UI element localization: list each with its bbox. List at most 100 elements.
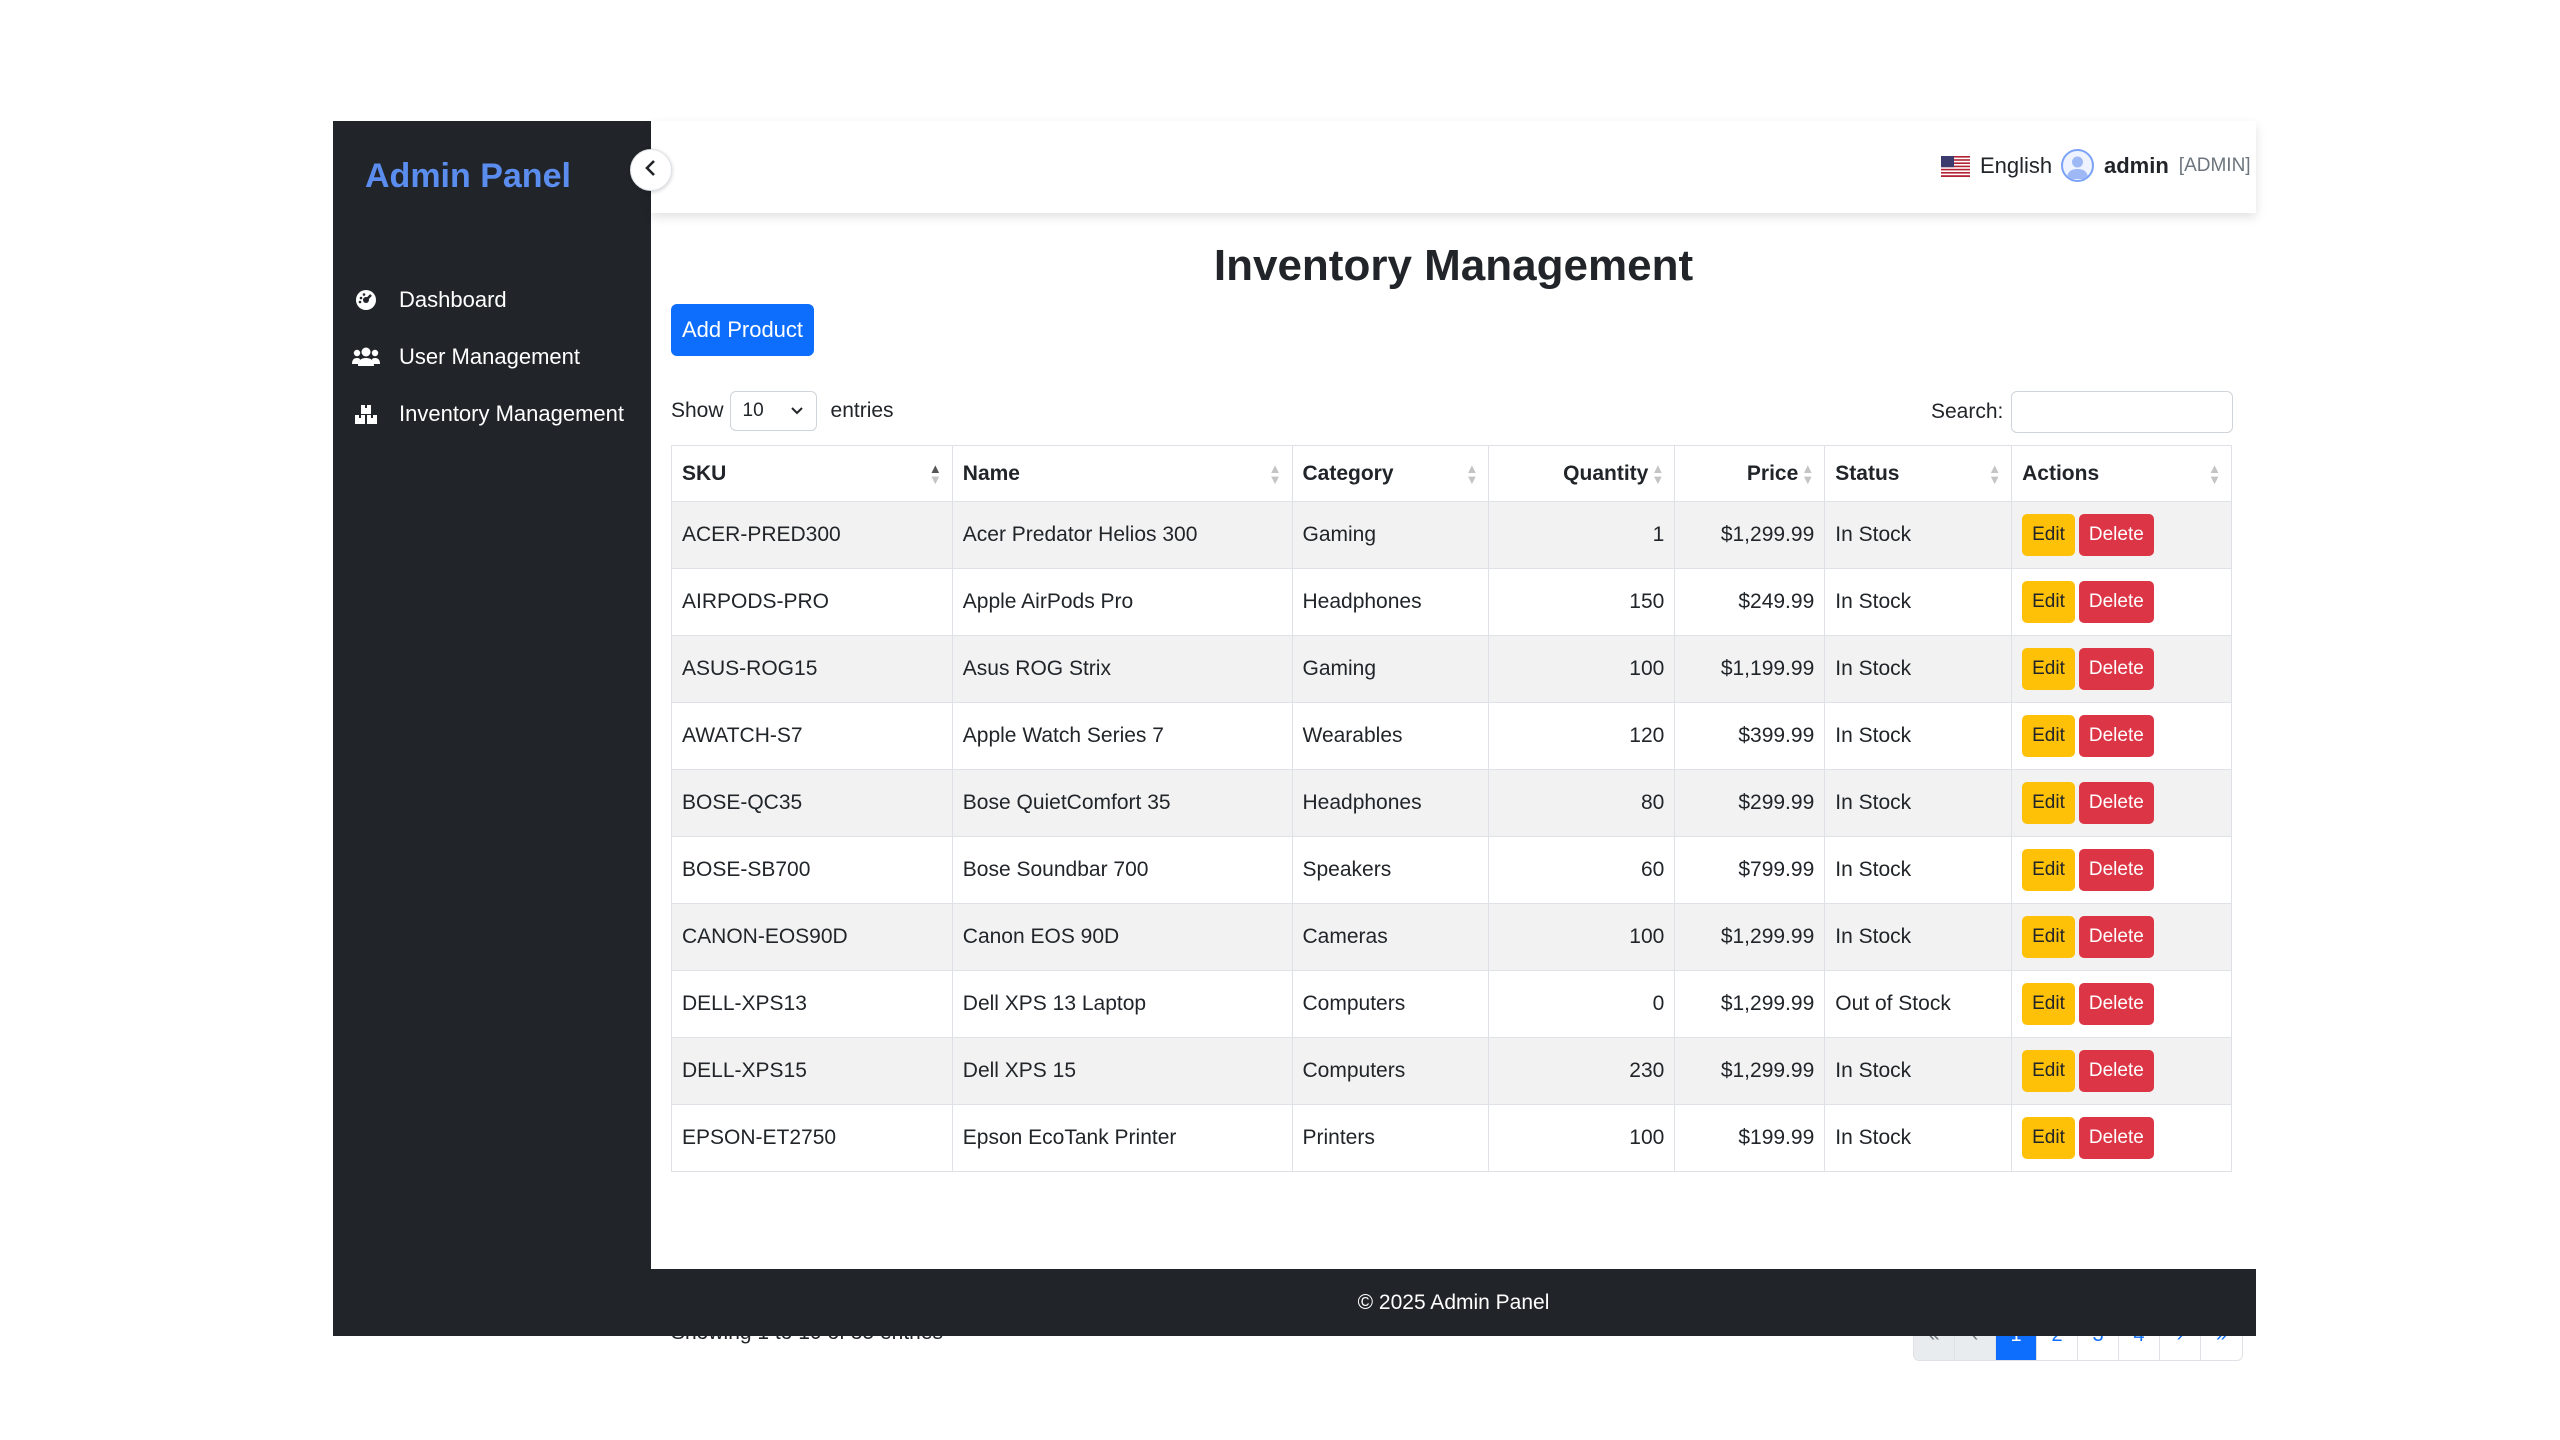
quantity-cell: 80 <box>1488 769 1676 837</box>
language-selector[interactable]: English <box>1941 153 2052 179</box>
delete-button[interactable]: Delete <box>2078 983 2154 1025</box>
column-header-label: Price <box>1746 461 1799 485</box>
column-header-category[interactable]: Category ▲ ▼ <box>1291 445 1490 502</box>
price-cell: $249.99 <box>1674 568 1826 636</box>
sidebar: Admin Panel Dashboard User Management In… <box>333 121 651 1336</box>
search-input[interactable] <box>2011 391 2234 433</box>
quantity-cell: 120 <box>1488 702 1676 770</box>
name-cell: Bose Soundbar 700 <box>951 836 1293 904</box>
dashboard-gauge-icon <box>351 285 381 315</box>
edit-button[interactable]: Edit <box>2022 581 2075 623</box>
table-row: DELL-XPS15 Dell XPS 15 Computers 230 $1,299.… <box>671 1037 2232 1105</box>
sidebar-item-dashboard[interactable]: Dashboard <box>351 271 641 328</box>
sku-cell: DELL-XPS15 <box>671 1037 953 1105</box>
quantity-cell: 100 <box>1488 635 1676 703</box>
category-cell: Headphones <box>1291 769 1490 837</box>
column-header-actions[interactable]: Actions ▲ ▼ <box>2011 445 2232 502</box>
status-cell: In Stock <box>1824 903 2013 971</box>
add-product-button[interactable]: Add Product <box>671 304 814 356</box>
language-label: English <box>1980 153 2053 178</box>
edit-button[interactable]: Edit <box>2022 916 2075 958</box>
price-cell: $1,199.99 <box>1674 635 1826 703</box>
sku-cell: CANON-EOS90D <box>671 903 953 971</box>
status-cell: In Stock <box>1824 769 2013 837</box>
edit-button[interactable]: Edit <box>2022 514 2075 556</box>
name-cell: Apple Watch Series 7 <box>951 702 1293 770</box>
price-cell: $1,299.99 <box>1674 1037 1826 1105</box>
column-header-label: Status <box>1835 461 1900 485</box>
column-header-quantity[interactable]: Quantity ▲ ▼ <box>1488 445 1676 502</box>
show-label: Show <box>671 399 724 422</box>
delete-button[interactable]: Delete <box>2078 1117 2154 1159</box>
username: admin <box>2104 152 2169 178</box>
table-header-row: SKU ▲ ▼ Name ▲ ▼ Category ▲ ▼ Quantity ▲ ▼ <box>671 445 2232 502</box>
quantity-cell: 100 <box>1488 1104 1676 1172</box>
edit-button[interactable]: Edit <box>2022 715 2075 757</box>
edit-button[interactable]: Edit <box>2022 849 2075 891</box>
user-menu[interactable]: admin [ADMIN] <box>2061 149 2251 182</box>
column-header-sku[interactable]: SKU ▲ ▼ <box>671 445 953 502</box>
table-row: CANON-EOS90D Canon EOS 90D Cameras 100 $1,29… <box>671 903 2232 971</box>
price-cell: $1,299.99 <box>1674 501 1826 569</box>
name-cell: Dell XPS 15 <box>951 1037 1293 1105</box>
actions-cell: Edit Delete <box>2011 635 2232 703</box>
price-cell: $1,299.99 <box>1674 903 1826 971</box>
column-header-name[interactable]: Name ▲ ▼ <box>951 445 1293 502</box>
column-header-label: SKU <box>682 461 727 485</box>
edit-button[interactable]: Edit <box>2022 1117 2075 1159</box>
edit-button[interactable]: Edit <box>2022 782 2075 824</box>
quantity-cell: 1 <box>1488 501 1676 569</box>
chevron-left-icon <box>644 159 658 182</box>
sku-cell: AIRPODS-PRO <box>671 568 953 636</box>
actions-cell: Edit Delete <box>2011 970 2232 1038</box>
delete-button[interactable]: Delete <box>2078 648 2154 690</box>
sku-cell: BOSE-SB700 <box>671 836 953 904</box>
status-cell: In Stock <box>1824 702 2013 770</box>
table-body: ACER-PRED300 Acer Predator Helios 300 Gami… <box>671 501 2232 1172</box>
status-cell: In Stock <box>1824 1037 2013 1105</box>
name-cell: Epson EcoTank Printer <box>951 1104 1293 1172</box>
sku-cell: EPSON-ET2750 <box>671 1104 953 1172</box>
chevron-down-icon <box>790 400 804 422</box>
topbar: English admin [ADMIN] <box>651 121 2256 213</box>
edit-button[interactable]: Edit <box>2022 1050 2075 1092</box>
category-cell: Computers <box>1291 970 1490 1038</box>
table-row: DELL-XPS13 Dell XPS 13 Laptop Computers 0 $1… <box>671 970 2232 1038</box>
sidebar-item-inventory-management[interactable]: Inventory Management <box>351 385 641 442</box>
table-row: ACER-PRED300 Acer Predator Helios 300 Gami… <box>671 501 2232 569</box>
sort-icon: ▲ ▼ <box>2208 461 2221 487</box>
delete-button[interactable]: Delete <box>2078 782 2154 824</box>
sku-cell: DELL-XPS13 <box>671 970 953 1038</box>
entries-select[interactable]: 10 <box>729 391 817 431</box>
status-cell: In Stock <box>1824 568 2013 636</box>
table-row: BOSE-QC35 Bose QuietComfort 35 Headphones 8… <box>671 769 2232 837</box>
quantity-cell: 100 <box>1488 903 1676 971</box>
sku-cell: ACER-PRED300 <box>671 501 953 569</box>
search-label: Search: <box>1931 400 2004 423</box>
sidebar-item-label: Inventory Management <box>399 400 625 426</box>
table-row: ASUS-ROG15 Asus ROG Strix Gaming 100 $1,199.… <box>671 635 2232 703</box>
edit-button[interactable]: Edit <box>2022 983 2075 1025</box>
inventory-table: SKU ▲ ▼ Name ▲ ▼ Category ▲ ▼ Quantity ▲ ▼ <box>671 445 2232 1172</box>
delete-button[interactable]: Delete <box>2078 715 2154 757</box>
entries-select-value: 10 <box>742 400 764 421</box>
entries-label: entries <box>830 399 894 422</box>
column-header-label: Category <box>1302 461 1394 485</box>
delete-button[interactable]: Delete <box>2078 581 2154 623</box>
actions-cell: Edit Delete <box>2011 836 2232 904</box>
sidebar-item-label: Dashboard <box>399 286 507 312</box>
category-cell: Speakers <box>1291 836 1490 904</box>
sidebar-toggle-button[interactable] <box>630 149 672 191</box>
edit-button[interactable]: Edit <box>2022 648 2075 690</box>
delete-button[interactable]: Delete <box>2078 1050 2154 1092</box>
delete-button[interactable]: Delete <box>2078 514 2154 556</box>
price-cell: $799.99 <box>1674 836 1826 904</box>
sidebar-item-user-management[interactable]: User Management <box>351 328 641 385</box>
delete-button[interactable]: Delete <box>2078 849 2154 891</box>
main-content: English admin [ADMIN] Inventory Manageme… <box>651 121 2256 1361</box>
entries-length-control: Show 10 entries <box>671 391 894 431</box>
column-header-status[interactable]: Status ▲ ▼ <box>1824 445 2013 502</box>
price-cell: $199.99 <box>1674 1104 1826 1172</box>
delete-button[interactable]: Delete <box>2078 916 2154 958</box>
column-header-price[interactable]: Price ▲ ▼ <box>1674 445 1826 502</box>
